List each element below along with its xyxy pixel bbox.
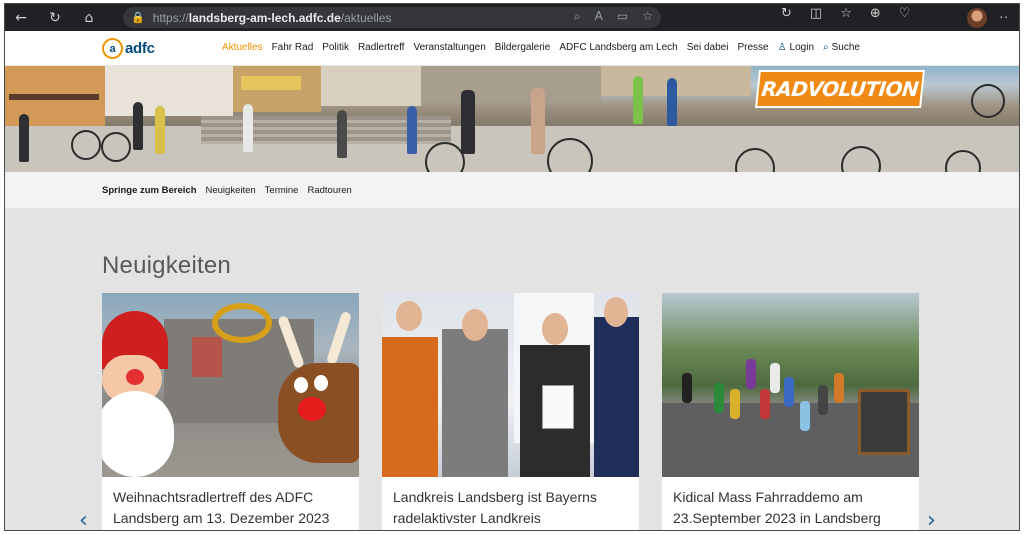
- nav-fahr-rad[interactable]: Fahr Rad: [272, 42, 314, 53]
- reload-icon[interactable]: ↻: [43, 6, 67, 30]
- more-menu-icon[interactable]: ··: [999, 8, 1008, 24]
- favorite-star-icon[interactable]: ☆: [642, 9, 653, 24]
- nav-suche[interactable]: ⌕ Suche: [823, 42, 860, 53]
- address-bar[interactable]: 🔒 https:// landsberg-am-lech.adfc.de /ak…: [123, 7, 661, 28]
- url-scheme: https://: [152, 10, 189, 25]
- logo-text: adfc: [125, 40, 155, 57]
- jump-title: Springe zum Bereich: [102, 185, 197, 196]
- zoom-icon[interactable]: ⌕: [574, 9, 581, 24]
- nav-bildergalerie[interactable]: Bildergalerie: [495, 42, 551, 53]
- news-section: Neuigkeiten Weihnachtsradlertreff des AD…: [5, 208, 1019, 530]
- news-card-2[interactable]: Landkreis Landsberg ist Bayerns radelakt…: [382, 293, 639, 530]
- jump-to-section-bar: Springe zum Bereich Neuigkeiten Termine …: [5, 172, 1019, 208]
- home-icon[interactable]: ⌂: [77, 6, 101, 30]
- lock-icon: 🔒: [131, 11, 145, 24]
- browser-toolbar: ← ↻ ⌂ 🔒 https:// landsberg-am-lech.adfc.…: [5, 4, 1019, 31]
- hero-image: RADVOLUTION: [5, 66, 1019, 172]
- jump-link-termine[interactable]: Termine: [265, 185, 299, 196]
- news-card-1-image[interactable]: [102, 293, 359, 477]
- nav-adfc-landsberg[interactable]: ADFC Landsberg am Lech: [559, 42, 677, 53]
- collections-icon[interactable]: ⊕: [870, 6, 881, 21]
- news-card-2-image[interactable]: [382, 293, 639, 477]
- news-card-1-title[interactable]: Weihnachtsradlertreff des ADFC Landsberg…: [113, 487, 349, 529]
- favorites-icon[interactable]: ☆: [840, 6, 852, 21]
- search-icon: ⌕: [823, 42, 829, 53]
- nav-login[interactable]: ♙ Login: [778, 42, 814, 53]
- jump-link-radtouren[interactable]: Radtouren: [307, 185, 351, 196]
- adfc-logo[interactable]: a adfc: [102, 38, 155, 59]
- logo-mark: a: [102, 38, 123, 59]
- browser-window: ← ↻ ⌂ 🔒 https:// landsberg-am-lech.adfc.…: [4, 3, 1020, 531]
- radvolution-badge: RADVOLUTION: [755, 70, 925, 108]
- news-card-1[interactable]: Weihnachtsradlertreff des ADFC Landsberg…: [102, 293, 359, 530]
- reader-view-icon[interactable]: ▭: [617, 9, 628, 24]
- nav-aktuelles[interactable]: Aktuelles: [222, 42, 263, 53]
- url-host: landsberg-am-lech.adfc.de: [188, 10, 341, 25]
- news-card-3-image[interactable]: [662, 293, 919, 477]
- nav-login-label: Login: [789, 42, 815, 53]
- jump-link-neuigkeiten[interactable]: Neuigkeiten: [206, 185, 256, 196]
- nav-veranstaltungen[interactable]: Veranstaltungen: [413, 42, 485, 53]
- site-header: a adfc Aktuelles Fahr Rad Politik Radler…: [5, 31, 1019, 66]
- nav-sei-dabei[interactable]: Sei dabei: [687, 42, 729, 53]
- carousel-next-arrow-icon[interactable]: ›: [927, 508, 936, 530]
- back-icon[interactable]: ←: [9, 6, 33, 30]
- extension-icon[interactable]: ↻: [781, 6, 792, 21]
- nav-presse[interactable]: Presse: [737, 42, 768, 53]
- heart-icon[interactable]: ♡: [899, 6, 911, 21]
- read-aloud-icon[interactable]: A: [595, 9, 603, 24]
- nav-suche-label: Suche: [831, 42, 860, 53]
- profile-avatar[interactable]: [967, 8, 987, 28]
- section-title: Neuigkeiten: [102, 252, 231, 279]
- main-navigation: Aktuelles Fahr Rad Politik Radlertreff V…: [222, 42, 860, 53]
- nav-radlertreff[interactable]: Radlertreff: [358, 42, 405, 53]
- news-card-3[interactable]: Kidical Mass Fahrraddemo am 23.September…: [662, 293, 919, 530]
- split-screen-icon[interactable]: ◫: [810, 6, 822, 21]
- user-icon: ♙: [777, 42, 787, 53]
- news-card-3-title[interactable]: Kidical Mass Fahrraddemo am 23.September…: [673, 487, 909, 529]
- news-card-2-title[interactable]: Landkreis Landsberg ist Bayerns radelakt…: [393, 487, 629, 529]
- nav-politik[interactable]: Politik: [322, 42, 349, 53]
- carousel-prev-arrow-icon[interactable]: ‹: [79, 508, 88, 530]
- url-path: /aktuelles: [340, 10, 392, 25]
